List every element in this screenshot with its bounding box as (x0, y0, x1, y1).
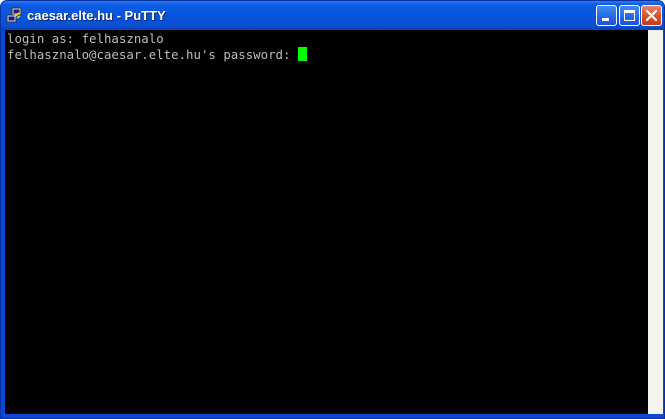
terminal-line-login: login as: felhasznalo (7, 31, 648, 47)
terminal-cursor (297, 47, 307, 61)
title-bar[interactable]: caesar.elte.hu - PuTTY (1, 1, 664, 30)
close-icon (645, 9, 658, 22)
maximize-icon (624, 10, 635, 21)
terminal-screen[interactable]: login as: felhasznalo felhasznalo@caesar… (5, 30, 648, 414)
vertical-scrollbar[interactable] (648, 30, 663, 414)
terminal-line-password-prompt: felhasznalo@caesar.elte.hu's password: (7, 47, 648, 63)
close-button[interactable] (641, 5, 662, 26)
putty-window: caesar.elte.hu - PuTTY login as: felhasz… (0, 0, 665, 419)
minimize-icon (602, 18, 609, 21)
terminal-line-text: login as: felhasznalo (7, 31, 164, 46)
maximize-button[interactable] (619, 5, 640, 26)
terminal-line-text: felhasznalo@caesar.elte.hu's password: (7, 47, 298, 62)
window-title: caesar.elte.hu - PuTTY (27, 8, 166, 23)
scrollbar-track[interactable] (648, 30, 663, 414)
minimize-button[interactable] (596, 5, 617, 26)
putty-icon[interactable] (6, 7, 23, 24)
